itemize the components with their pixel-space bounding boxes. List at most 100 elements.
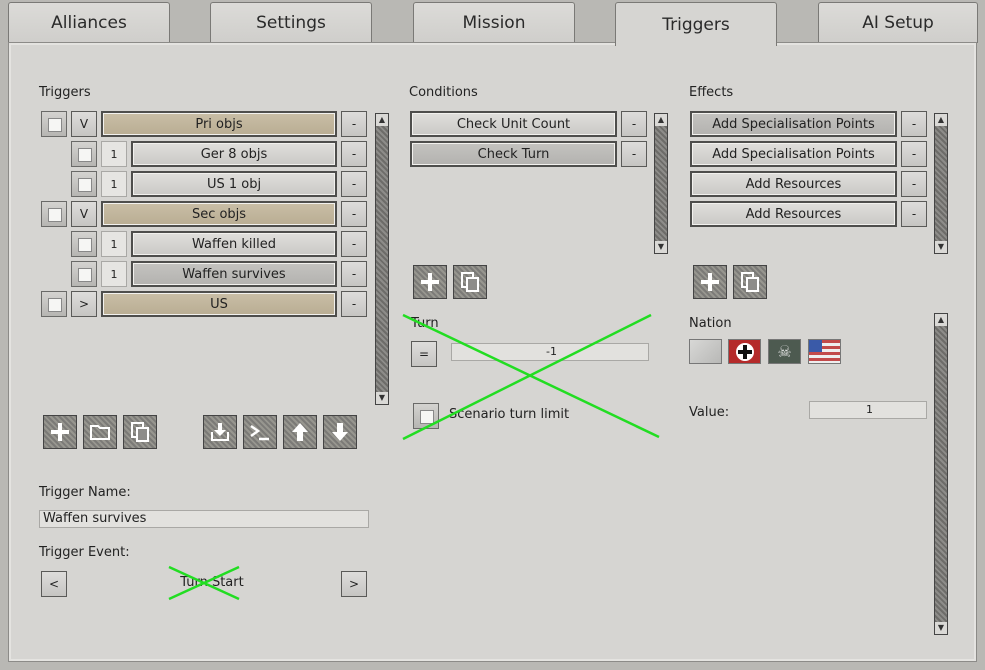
import-trigger-button[interactable] bbox=[203, 415, 237, 449]
effect-remove-button[interactable]: - bbox=[901, 141, 927, 167]
copy-effect-button[interactable] bbox=[733, 265, 767, 299]
trigger-remove-button[interactable]: - bbox=[341, 201, 367, 227]
trigger-name-input[interactable]: Waffen survives bbox=[39, 510, 369, 528]
arrow-down-icon bbox=[332, 423, 348, 441]
trigger-enable-checkbox[interactable] bbox=[41, 291, 67, 317]
add-group-button[interactable] bbox=[83, 415, 117, 449]
copy-condition-button[interactable] bbox=[453, 265, 487, 299]
console-icon bbox=[250, 424, 269, 441]
add-condition-button[interactable] bbox=[413, 265, 447, 299]
arrow-up-icon bbox=[292, 423, 308, 441]
condition-row[interactable]: Check Unit Count bbox=[410, 111, 617, 137]
copy-icon bbox=[131, 422, 149, 442]
condition-remove-button[interactable]: - bbox=[621, 141, 647, 167]
effect-value-input[interactable]: 1 bbox=[809, 401, 927, 419]
effect-row[interactable]: Add Resources bbox=[690, 171, 897, 197]
turn-label: Turn bbox=[411, 316, 439, 331]
effect-remove-button[interactable]: - bbox=[901, 171, 927, 197]
effect-row[interactable]: Add Specialisation Points bbox=[690, 141, 897, 167]
trigger-row[interactable]: Sec objs bbox=[101, 201, 337, 227]
trigger-remove-button[interactable]: - bbox=[341, 171, 367, 197]
trigger-remove-button[interactable]: - bbox=[341, 231, 367, 257]
trigger-count: 1 bbox=[101, 171, 127, 197]
turn-operator-button[interactable]: = bbox=[411, 341, 437, 367]
nation-label: Nation bbox=[689, 316, 732, 331]
effect-remove-button[interactable]: - bbox=[901, 111, 927, 137]
plus-icon bbox=[51, 423, 69, 441]
trigger-enable-checkbox[interactable] bbox=[71, 261, 97, 287]
add-effect-button[interactable] bbox=[693, 265, 727, 299]
trigger-event-value: Turn Start bbox=[180, 575, 244, 590]
effect-settings-scrollbar[interactable]: ▲ ▼ bbox=[934, 313, 948, 635]
trigger-row[interactable]: Pri objs bbox=[101, 111, 337, 137]
value-label: Value: bbox=[689, 405, 730, 420]
scroll-up-icon[interactable]: ▲ bbox=[935, 314, 947, 326]
trigger-row[interactable]: Waffen killed bbox=[131, 231, 337, 257]
trigger-name-label: Trigger Name: bbox=[39, 485, 131, 500]
trigger-enable-checkbox[interactable] bbox=[41, 201, 67, 227]
scroll-down-icon[interactable]: ▼ bbox=[655, 241, 667, 253]
trigger-row-selected[interactable]: Waffen survives bbox=[131, 261, 337, 287]
trigger-remove-button[interactable]: - bbox=[341, 141, 367, 167]
copy-icon bbox=[461, 272, 479, 292]
nation-neutral-flag[interactable] bbox=[689, 339, 722, 364]
scenario-turn-limit-label: Scenario turn limit bbox=[449, 407, 570, 422]
tab-triggers[interactable]: Triggers bbox=[615, 2, 777, 46]
trigger-row[interactable]: US bbox=[101, 291, 337, 317]
add-trigger-button[interactable] bbox=[43, 415, 77, 449]
copy-trigger-button[interactable] bbox=[123, 415, 157, 449]
trigger-row[interactable]: Ger 8 objs bbox=[131, 141, 337, 167]
trigger-enable-checkbox[interactable] bbox=[71, 171, 97, 197]
trigger-mode-button[interactable]: > bbox=[71, 291, 97, 317]
trigger-enable-checkbox[interactable] bbox=[71, 231, 97, 257]
iron-cross-icon bbox=[735, 342, 754, 361]
trigger-count: 1 bbox=[101, 141, 127, 167]
scroll-up-icon[interactable]: ▲ bbox=[376, 114, 388, 126]
move-down-button[interactable] bbox=[323, 415, 357, 449]
effect-remove-button[interactable]: - bbox=[901, 201, 927, 227]
event-prev-button[interactable]: < bbox=[41, 571, 67, 597]
console-button[interactable] bbox=[243, 415, 277, 449]
copy-icon bbox=[741, 272, 759, 292]
folder-icon bbox=[90, 425, 110, 440]
trigger-remove-button[interactable]: - bbox=[341, 291, 367, 317]
trigger-mode-button[interactable]: V bbox=[71, 111, 97, 137]
trigger-remove-button[interactable]: - bbox=[341, 111, 367, 137]
event-next-button[interactable]: > bbox=[341, 571, 367, 597]
scroll-up-icon[interactable]: ▲ bbox=[655, 114, 667, 126]
turn-value-input[interactable]: -1 bbox=[451, 343, 649, 361]
tab-ai-setup[interactable]: AI Setup bbox=[818, 2, 978, 43]
tab-alliances[interactable]: Alliances bbox=[8, 2, 170, 43]
plus-icon bbox=[421, 273, 439, 291]
trigger-enable-checkbox[interactable] bbox=[41, 111, 67, 137]
effect-row-selected[interactable]: Add Specialisation Points bbox=[690, 111, 897, 137]
scroll-down-icon[interactable]: ▼ bbox=[935, 241, 947, 253]
triggers-scrollbar[interactable]: ▲ ▼ bbox=[375, 113, 389, 405]
tab-settings[interactable]: Settings bbox=[210, 2, 372, 43]
condition-remove-button[interactable]: - bbox=[621, 111, 647, 137]
trigger-event-label: Trigger Event: bbox=[39, 545, 130, 560]
triggers-header: Triggers bbox=[39, 85, 91, 100]
scroll-down-icon[interactable]: ▼ bbox=[935, 622, 947, 634]
move-up-button[interactable] bbox=[283, 415, 317, 449]
trigger-count: 1 bbox=[101, 261, 127, 287]
nation-germany-flag[interactable] bbox=[728, 339, 761, 364]
trigger-mode-button[interactable]: V bbox=[71, 201, 97, 227]
trigger-remove-button[interactable]: - bbox=[341, 261, 367, 287]
plus-icon bbox=[701, 273, 719, 291]
effects-header: Effects bbox=[689, 85, 734, 100]
effect-row[interactable]: Add Resources bbox=[690, 201, 897, 227]
conditions-scrollbar[interactable]: ▲ ▼ bbox=[654, 113, 668, 254]
scroll-up-icon[interactable]: ▲ bbox=[935, 114, 947, 126]
trigger-row[interactable]: US 1 obj bbox=[131, 171, 337, 197]
import-icon bbox=[211, 423, 229, 441]
scenario-turn-limit-checkbox[interactable] bbox=[413, 403, 439, 429]
scroll-down-icon[interactable]: ▼ bbox=[376, 392, 388, 404]
triggers-panel: Triggers V Pri objs - 1 Ger 8 objs - 1 U… bbox=[8, 42, 977, 662]
condition-row-selected[interactable]: Check Turn bbox=[410, 141, 617, 167]
nation-usa-flag[interactable] bbox=[808, 339, 841, 364]
trigger-enable-checkbox[interactable] bbox=[71, 141, 97, 167]
nation-ss-flag[interactable]: ☠ bbox=[768, 339, 801, 364]
tab-mission[interactable]: Mission bbox=[413, 2, 575, 43]
effects-scrollbar[interactable]: ▲ ▼ bbox=[934, 113, 948, 254]
